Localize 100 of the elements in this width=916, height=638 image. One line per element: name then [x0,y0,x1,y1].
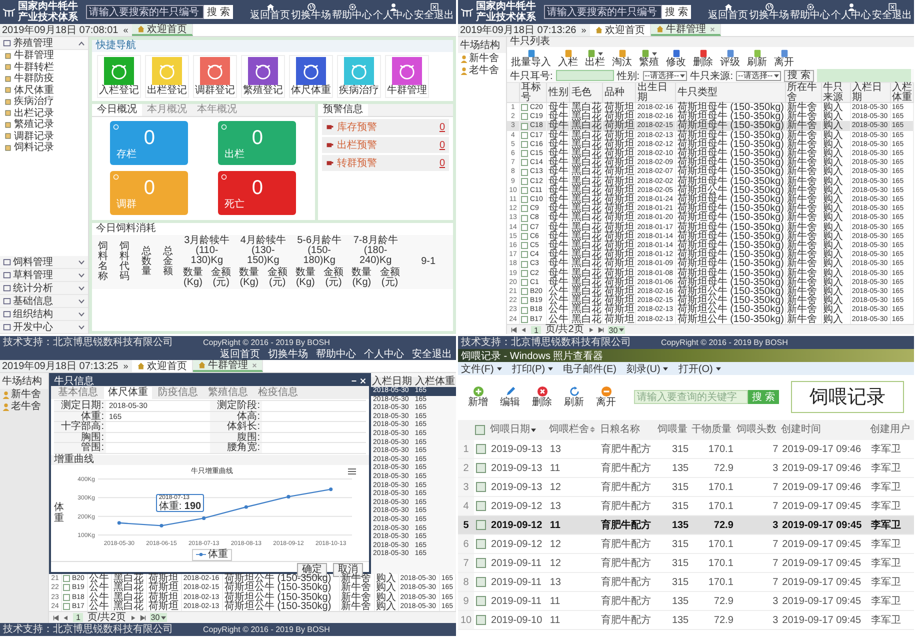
data-point[interactable] [117,520,121,524]
shortcut-tile[interactable]: 体尺体重 [289,55,333,98]
data-point[interactable] [202,516,206,520]
checkbox[interactable] [521,168,528,176]
nav-button[interactable]: 个人中心 [831,3,871,21]
search-button[interactable]: 搜 索 [204,5,233,19]
nav-button[interactable]: 个人中心 [364,349,404,360]
page-size-dropdown[interactable]: 30 [608,326,625,334]
table-row[interactable]: 10 2019-09-10 11 育肥牛配方 135 72.9 3 2019-09-17 09:45 李军卫 [458,610,914,630]
warning-row[interactable]: 出栏预警 0 [322,137,449,153]
checkbox[interactable] [521,251,528,258]
checkbox[interactable] [476,538,486,549]
data-point[interactable] [329,486,333,491]
nav-button[interactable]: 安全退出 [412,349,452,360]
data-point[interactable] [244,504,248,508]
nav-button[interactable]: 返回首页 [708,3,748,21]
shortcut-tile[interactable]: 牛群管理 [385,55,429,98]
next-page-icon[interactable] [588,327,594,334]
ear-tag-field[interactable] [556,70,614,81]
sidebar-item[interactable]: 调群记录 [0,130,88,142]
checkbox[interactable] [521,113,528,120]
checkbox[interactable] [476,596,486,606]
toolbar-button[interactable]: 刷新 [747,49,767,68]
toolbar-button[interactable]: 批量导入 [511,49,551,68]
checkbox[interactable] [521,178,528,185]
data-point[interactable] [160,523,164,527]
sidebar-section[interactable]: 开发中心 [0,321,88,334]
expand-button[interactable]: » [121,361,130,371]
search-button[interactable]: 搜 索 [662,5,691,19]
nav-button[interactable]: 返回首页 [250,3,290,21]
sidebar-item[interactable]: 牛群转栏 [0,62,88,73]
tab[interactable]: 繁殖信息 [204,387,252,399]
column-header[interactable]: 创建时间 [780,420,870,440]
checkbox[interactable] [476,500,486,511]
checkbox[interactable] [521,186,528,194]
menu-item[interactable]: 打开(O) [678,362,721,376]
checkbox[interactable] [521,232,528,240]
toolbar-button[interactable]: 删除 [532,386,552,408]
toolbar-button[interactable]: 离开 [596,386,616,408]
checkbox[interactable] [521,316,528,323]
search-field[interactable]: 请输入要搜索的牛只编号 [86,5,204,19]
toolbar-button[interactable]: 繁殖 [639,49,659,68]
toolbar-button[interactable]: 淘汰 [612,49,632,68]
checkbox[interactable] [476,614,486,625]
checkbox[interactable] [521,196,528,204]
shortcut-tile[interactable]: 调群登记 [193,55,237,98]
search-field[interactable]: 请输入要搜索的牛只编号 [544,5,662,19]
tab[interactable]: 牛群管理 [651,24,722,36]
checkbox[interactable] [63,575,70,582]
shortcut-tile[interactable]: 繁殖登记 [241,55,285,98]
nav-button[interactable]: 返回首页 [220,349,260,360]
toolbar-button[interactable]: 删除 [693,49,713,68]
tree-item[interactable]: 新牛舍 [0,389,43,401]
table-row[interactable]: 3 2019-09-13 12 育肥牛配方 315 170.1 7 2019-09-17 09:46 李军卫 [458,478,914,496]
checkbox[interactable] [521,214,528,222]
toolbar-button[interactable]: 新增 [468,386,488,408]
column-header[interactable]: 饲喂头数 [735,420,780,440]
toolbar-button[interactable]: 评级 [720,49,740,68]
checkbox[interactable] [521,104,528,112]
column-header[interactable]: 干物质量 [690,420,736,440]
previous-page-icon[interactable] [521,327,527,334]
page-size-dropdown[interactable]: 30 [150,613,167,622]
checkbox[interactable] [476,462,486,473]
sidebar-section[interactable]: 基础信息 [0,295,88,308]
tree-item[interactable]: 老牛舍 [458,65,501,77]
table-row[interactable]: 2 2019-09-13 11 育肥牛配方 135 72.9 3 2019-09-17 09:46 李军卫 [458,458,914,478]
tab[interactable]: 基本信息 [54,387,102,399]
tab[interactable]: 检疫信息 [254,387,302,399]
checkbox[interactable] [476,482,486,492]
sidebar-item[interactable]: 牛群防疫 [0,73,88,84]
checkbox[interactable] [521,150,528,158]
checkbox[interactable] [521,242,528,250]
menu-icon[interactable] [348,468,356,474]
tree-item[interactable]: 老牛舍 [0,401,43,413]
checkbox[interactable] [521,159,528,166]
table-row[interactable]: 6 2019-09-12 12 育肥牛配方 315 170.1 7 2019-09-17 09:45 李军卫 [458,534,914,554]
checkbox[interactable] [521,297,528,304]
checkbox[interactable] [521,122,528,130]
nav-button[interactable]: 帮助中心 [790,3,830,21]
legend-item[interactable]: 体重 [192,548,232,560]
column-header[interactable]: 创建用户 [869,420,914,440]
sidebar-item[interactable]: 体尺体重 [0,84,88,96]
menu-item[interactable]: 打印(P) [512,362,554,376]
source-dropdown[interactable]: --请选择-- [736,70,781,80]
sidebar-section[interactable]: 组织结构 [0,308,88,321]
first-page-icon[interactable] [511,327,517,334]
nav-button[interactable]: 帮助中心 [332,3,372,21]
page-field[interactable]: 1 [531,326,542,334]
sidebar-item[interactable]: 繁殖记录 [0,119,88,130]
menu-item[interactable]: 文件(F) [461,362,502,376]
checkbox[interactable] [63,594,70,601]
page-field[interactable]: 1 [73,613,84,622]
table-row[interactable]: 5 2019-09-12 11 育肥牛配方 135 72.9 3 2019-09-17 09:45 李军卫 [458,516,914,534]
checkbox[interactable] [521,260,528,268]
toolbar-button[interactable]: 刷新 [564,386,584,408]
collapse-button[interactable]: « [121,25,130,35]
tree-item[interactable]: 新牛舍 [458,53,501,65]
nav-button[interactable]: 个人中心 [373,3,413,21]
shortcut-tile[interactable]: 疾病治疗 [337,55,381,98]
nav-button[interactable]: 切换牛场 [291,3,331,21]
